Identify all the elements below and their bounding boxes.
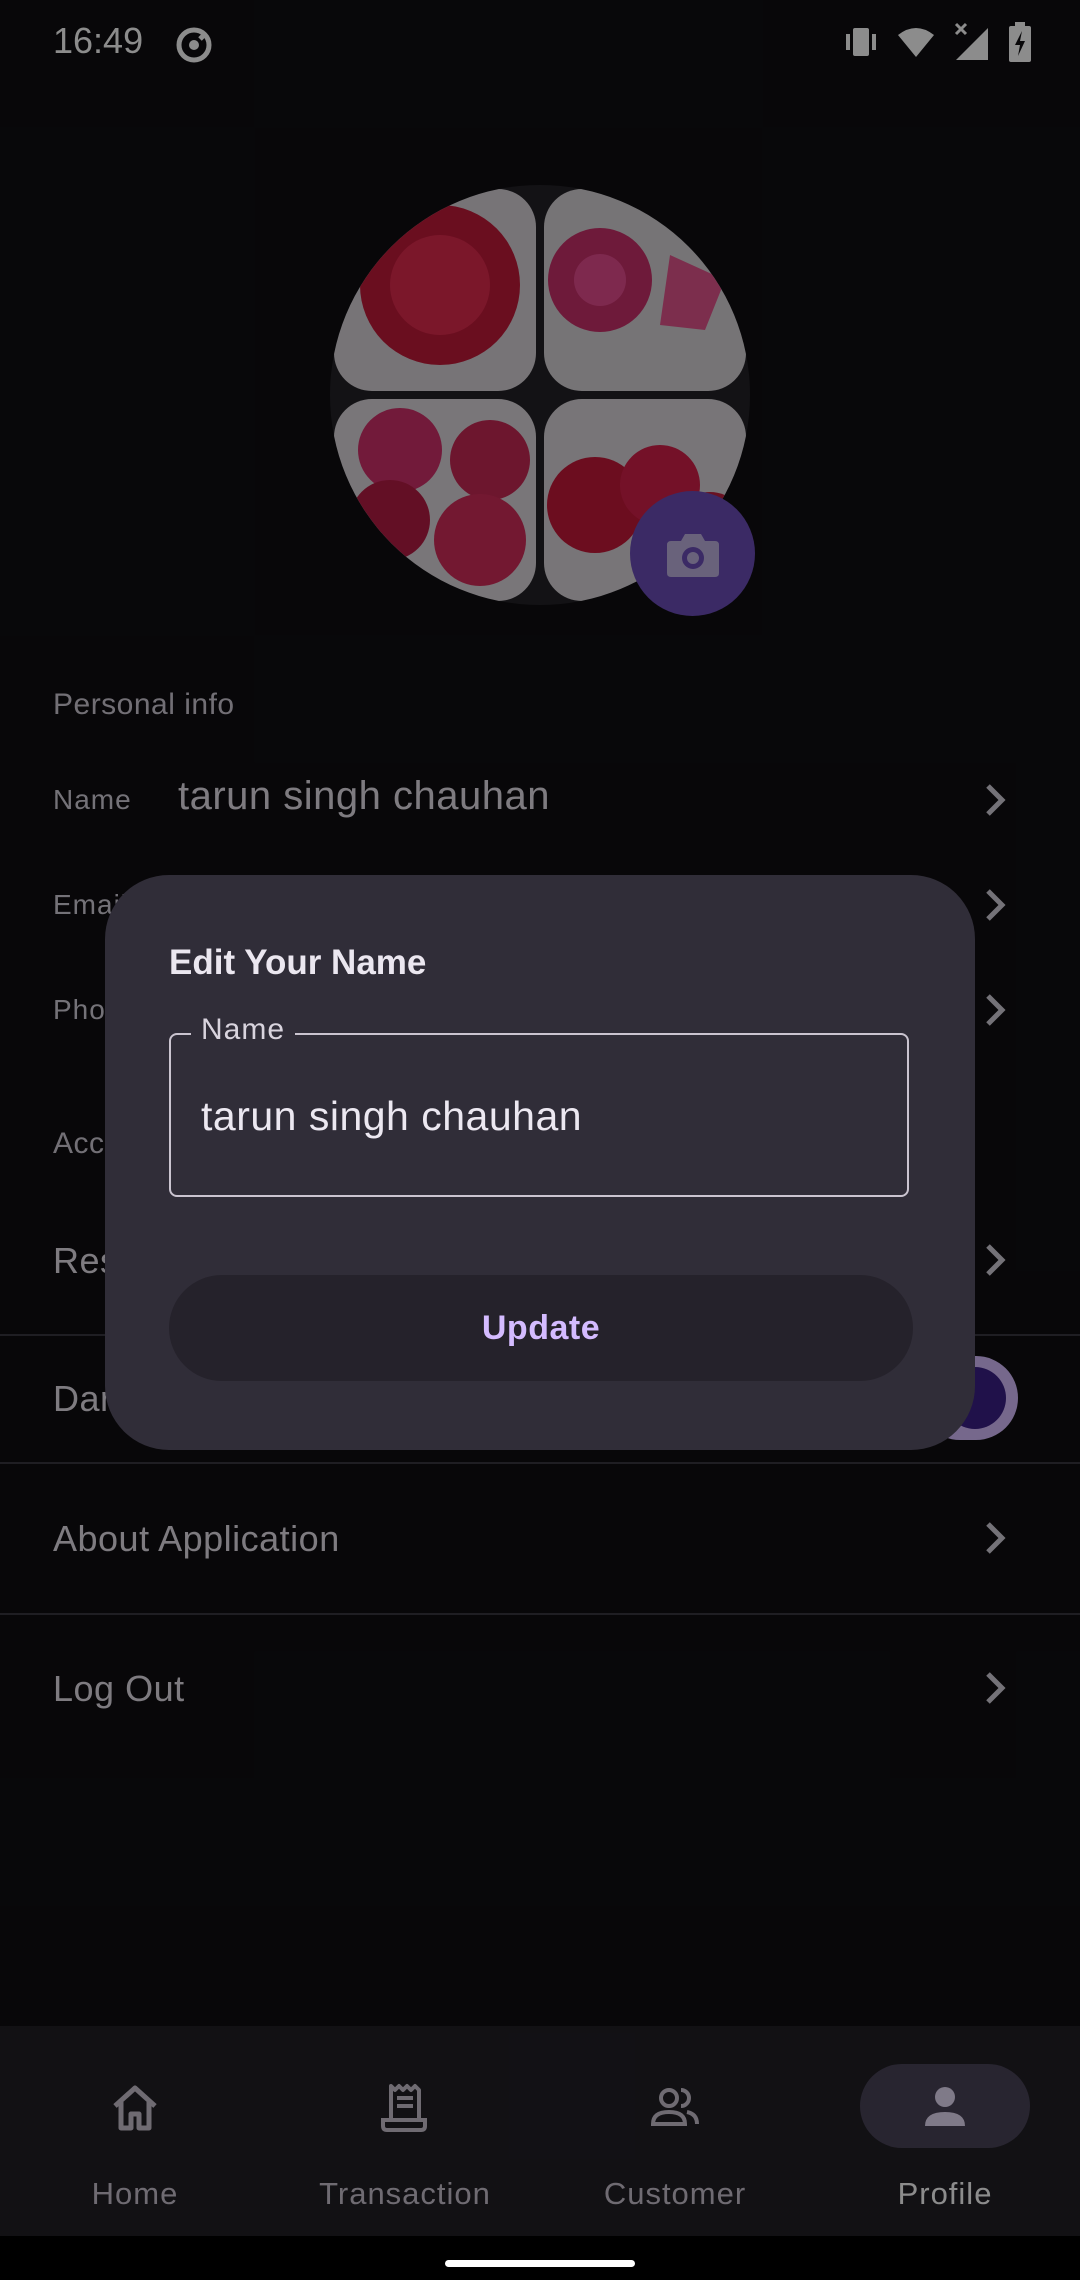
update-button[interactable]: Update xyxy=(169,1275,913,1381)
home-indicator[interactable] xyxy=(445,2260,635,2267)
dialog-title: Edit Your Name xyxy=(169,943,427,982)
gesture-bar xyxy=(0,2236,1080,2280)
edit-name-dialog: Edit Your Name Name tarun singh chauhan … xyxy=(105,875,975,1450)
name-field-label: Name xyxy=(191,1013,296,1047)
name-input[interactable]: tarun singh chauhan xyxy=(201,1093,881,1140)
name-field[interactable]: Name tarun singh chauhan xyxy=(169,1013,909,1197)
